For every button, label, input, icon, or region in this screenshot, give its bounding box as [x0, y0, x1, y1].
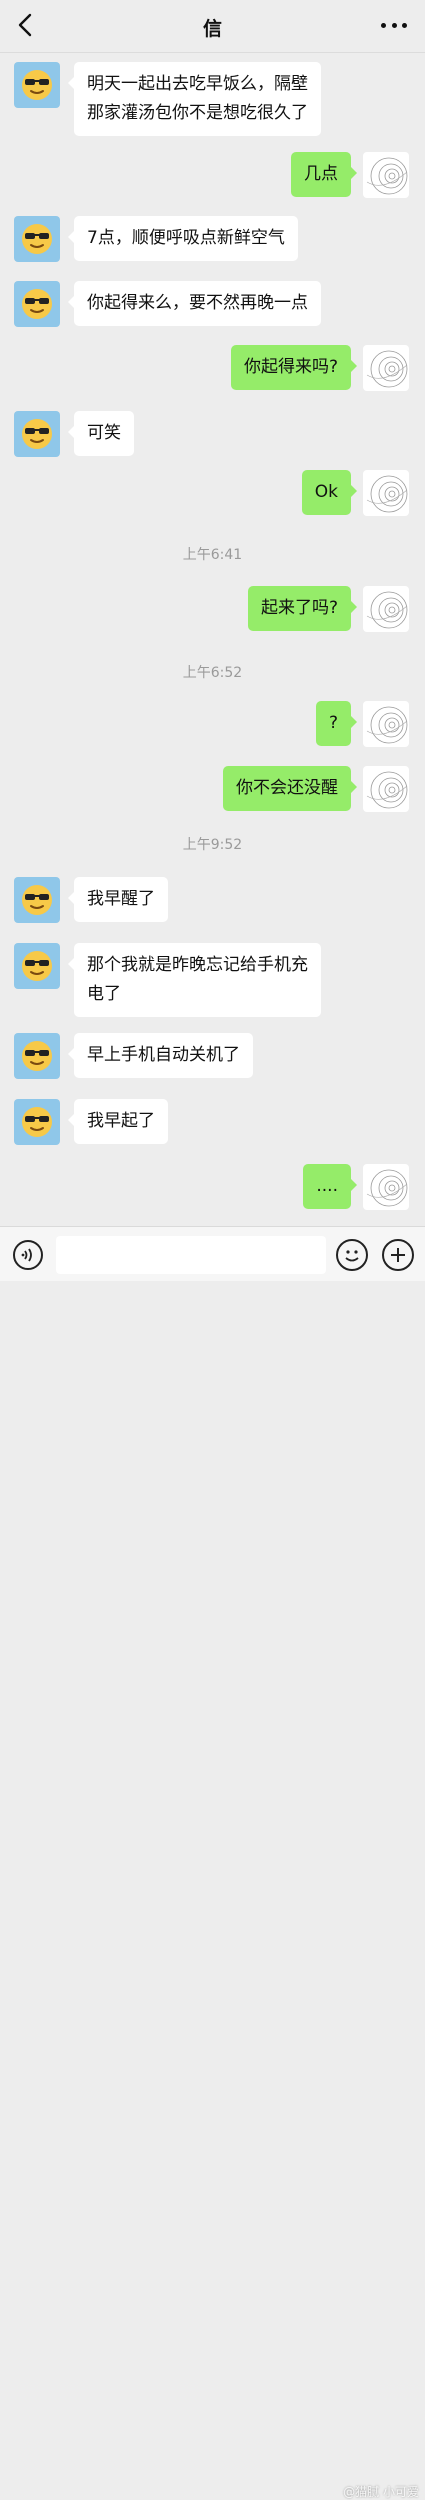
contact-avatar[interactable] — [14, 1099, 60, 1145]
outgoing-message[interactable]: 你不会还没醒 — [223, 766, 357, 811]
outgoing-message[interactable]: Ok — [301, 470, 358, 515]
input-bar: @猫腻 小可爱 — [0, 1226, 425, 2499]
contact-avatar[interactable] — [14, 281, 60, 327]
sunglasses-emoji-icon — [22, 289, 52, 319]
spiral-sketch-icon — [366, 350, 408, 388]
self-avatar[interactable] — [363, 701, 409, 747]
timestamp: 上午9:52 — [182, 837, 243, 853]
incoming-message[interactable]: 我早起了 — [68, 1099, 168, 1144]
message-line: 电了 — [87, 984, 121, 1004]
incoming-message[interactable]: 可笑 — [68, 411, 134, 456]
sunglasses-emoji-icon — [22, 1041, 52, 1071]
spiral-sketch-icon — [366, 771, 408, 809]
sunglasses-emoji-icon — [22, 70, 52, 100]
sunglasses-emoji-icon — [22, 419, 52, 449]
spiral-sketch-icon — [366, 706, 408, 744]
message-line: 那个我就是昨晚忘记给手机充 — [87, 955, 308, 975]
sunglasses-emoji-icon — [22, 1107, 52, 1137]
contact-avatar[interactable] — [14, 1033, 60, 1079]
self-avatar[interactable] — [363, 345, 409, 391]
more-dots-icon[interactable] — [381, 14, 407, 36]
self-avatar[interactable] — [363, 470, 409, 516]
chat-title: 信 — [202, 18, 222, 40]
message-line: 明天一起出去吃早饭么，隔壁 — [87, 74, 308, 94]
spiral-sketch-icon — [366, 591, 408, 629]
spiral-sketch-icon — [366, 1169, 408, 1207]
contact-avatar[interactable] — [14, 877, 60, 923]
timestamp: 上午6:52 — [182, 665, 243, 681]
self-avatar[interactable] — [363, 1164, 409, 1210]
incoming-message[interactable]: 你起得来么，要不然再晚一点 — [68, 281, 321, 326]
plus-icon[interactable] — [382, 1239, 414, 1271]
self-avatar[interactable] — [363, 766, 409, 812]
sunglasses-emoji-icon — [22, 951, 52, 981]
message-line: 那家灌汤包你不是想吃很久了 — [87, 103, 308, 123]
contact-avatar[interactable] — [14, 943, 60, 989]
incoming-message[interactable]: 7点，顺便呼吸点新鲜空气 — [68, 216, 298, 261]
contact-avatar[interactable] — [14, 411, 60, 457]
sunglasses-emoji-icon — [22, 885, 52, 915]
incoming-message[interactable]: 明天一起出去吃早饭么，隔壁 那家灌汤包你不是想吃很久了 — [68, 62, 321, 136]
emoji-face-icon[interactable] — [336, 1239, 368, 1271]
contact-avatar[interactable] — [14, 62, 60, 108]
outgoing-message[interactable]: 起来了吗? — [247, 586, 358, 631]
outgoing-message[interactable]: 几点 — [291, 152, 357, 197]
voice-icon[interactable] — [13, 1240, 43, 1270]
outgoing-message[interactable]: 你起得来吗? — [230, 345, 358, 390]
incoming-message[interactable]: 那个我就是昨晚忘记给手机充 电了 — [68, 943, 321, 1017]
outgoing-message[interactable]: .... — [303, 1164, 357, 1209]
spiral-sketch-icon — [366, 157, 408, 195]
timestamp: 上午6:41 — [182, 547, 243, 563]
top-bar: 信 — [0, 0, 425, 53]
self-avatar[interactable] — [363, 586, 409, 632]
message-input[interactable] — [56, 1236, 326, 1274]
sunglasses-emoji-icon — [22, 224, 52, 254]
watermark: @猫腻 小可爱 — [343, 2485, 419, 2499]
self-avatar[interactable] — [363, 152, 409, 198]
contact-avatar[interactable] — [14, 216, 60, 262]
spiral-sketch-icon — [366, 475, 408, 513]
incoming-message[interactable]: 早上手机自动关机了 — [68, 1033, 253, 1078]
incoming-message[interactable]: 我早醒了 — [68, 877, 168, 922]
outgoing-message[interactable]: ? — [315, 701, 358, 746]
